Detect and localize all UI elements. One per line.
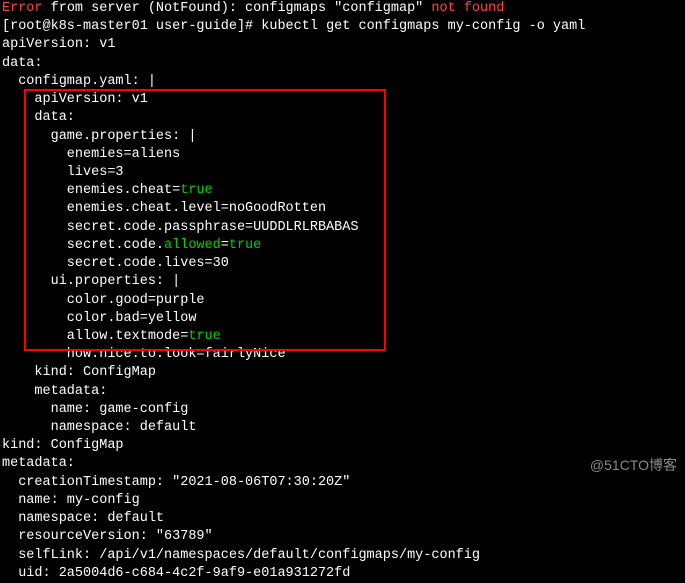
outer-kind: kind: ConfigMap [2, 437, 683, 455]
yaml-inner-apiversion: apiVersion: v1 [2, 91, 683, 109]
lives-3: lives=3 [2, 164, 683, 182]
secret-lives: secret.code.lives=30 [2, 255, 683, 273]
watermark-text: @51CTO博客 [590, 456, 677, 475]
yaml-configmap-file: configmap.yaml: | [2, 73, 683, 91]
yaml-apiversion: apiVersion: v1 [2, 36, 683, 54]
creation-timestamp: creationTimestamp: "2021-08-06T07:30:20Z… [2, 474, 683, 492]
inner-namespace: namespace: default [2, 419, 683, 437]
error-word: Error [2, 1, 43, 16]
self-link: selfLink: /api/v1/namespaces/default/con… [2, 547, 683, 565]
command-text: kubectl get configmaps my-config -o yaml [253, 19, 585, 34]
enemies-aliens: enemies=aliens [2, 146, 683, 164]
allow-textmode: allow.textmode=true [2, 328, 683, 346]
inner-name: name: game-config [2, 401, 683, 419]
not-found: not found [431, 1, 504, 16]
true-value: true [180, 183, 212, 198]
resource-version: resourceVersion: "63789" [2, 528, 683, 546]
true-value: true [188, 329, 220, 344]
true-value: true [229, 238, 261, 253]
color-bad: color.bad=yellow [2, 310, 683, 328]
prompt-line[interactable]: [root@k8s-master01 user-guide]# kubectl … [2, 18, 683, 36]
error-line: Error from server (NotFound): configmaps… [2, 0, 683, 18]
inner-kind: kind: ConfigMap [2, 364, 683, 382]
how-nice: how.nice.to.look=fairlyNice [2, 346, 683, 364]
game-properties-key: game.properties: | [2, 128, 683, 146]
yaml-data: data: [2, 55, 683, 73]
color-good: color.good=purple [2, 292, 683, 310]
inner-metadata: metadata: [2, 383, 683, 401]
enemies-cheat: enemies.cheat=true [2, 182, 683, 200]
uid: uid: 2a5004d6-c684-4c2f-9af9-e01a931272f… [2, 565, 683, 583]
outer-metadata: metadata: [2, 455, 683, 473]
secret-passphrase: secret.code.passphrase=UUDDLRLRBABAS [2, 219, 683, 237]
outer-name: name: my-config [2, 492, 683, 510]
shell-prompt: [root@k8s-master01 user-guide]# [2, 19, 253, 34]
yaml-inner-data: data: [2, 109, 683, 127]
secret-allowed: secret.code.allowed=true [2, 237, 683, 255]
outer-namespace: namespace: default [2, 510, 683, 528]
terminal-output: Error from server (NotFound): configmaps… [0, 0, 685, 583]
enemies-cheat-level: enemies.cheat.level=noGoodRotten [2, 200, 683, 218]
ui-properties-key: ui.properties: | [2, 273, 683, 291]
